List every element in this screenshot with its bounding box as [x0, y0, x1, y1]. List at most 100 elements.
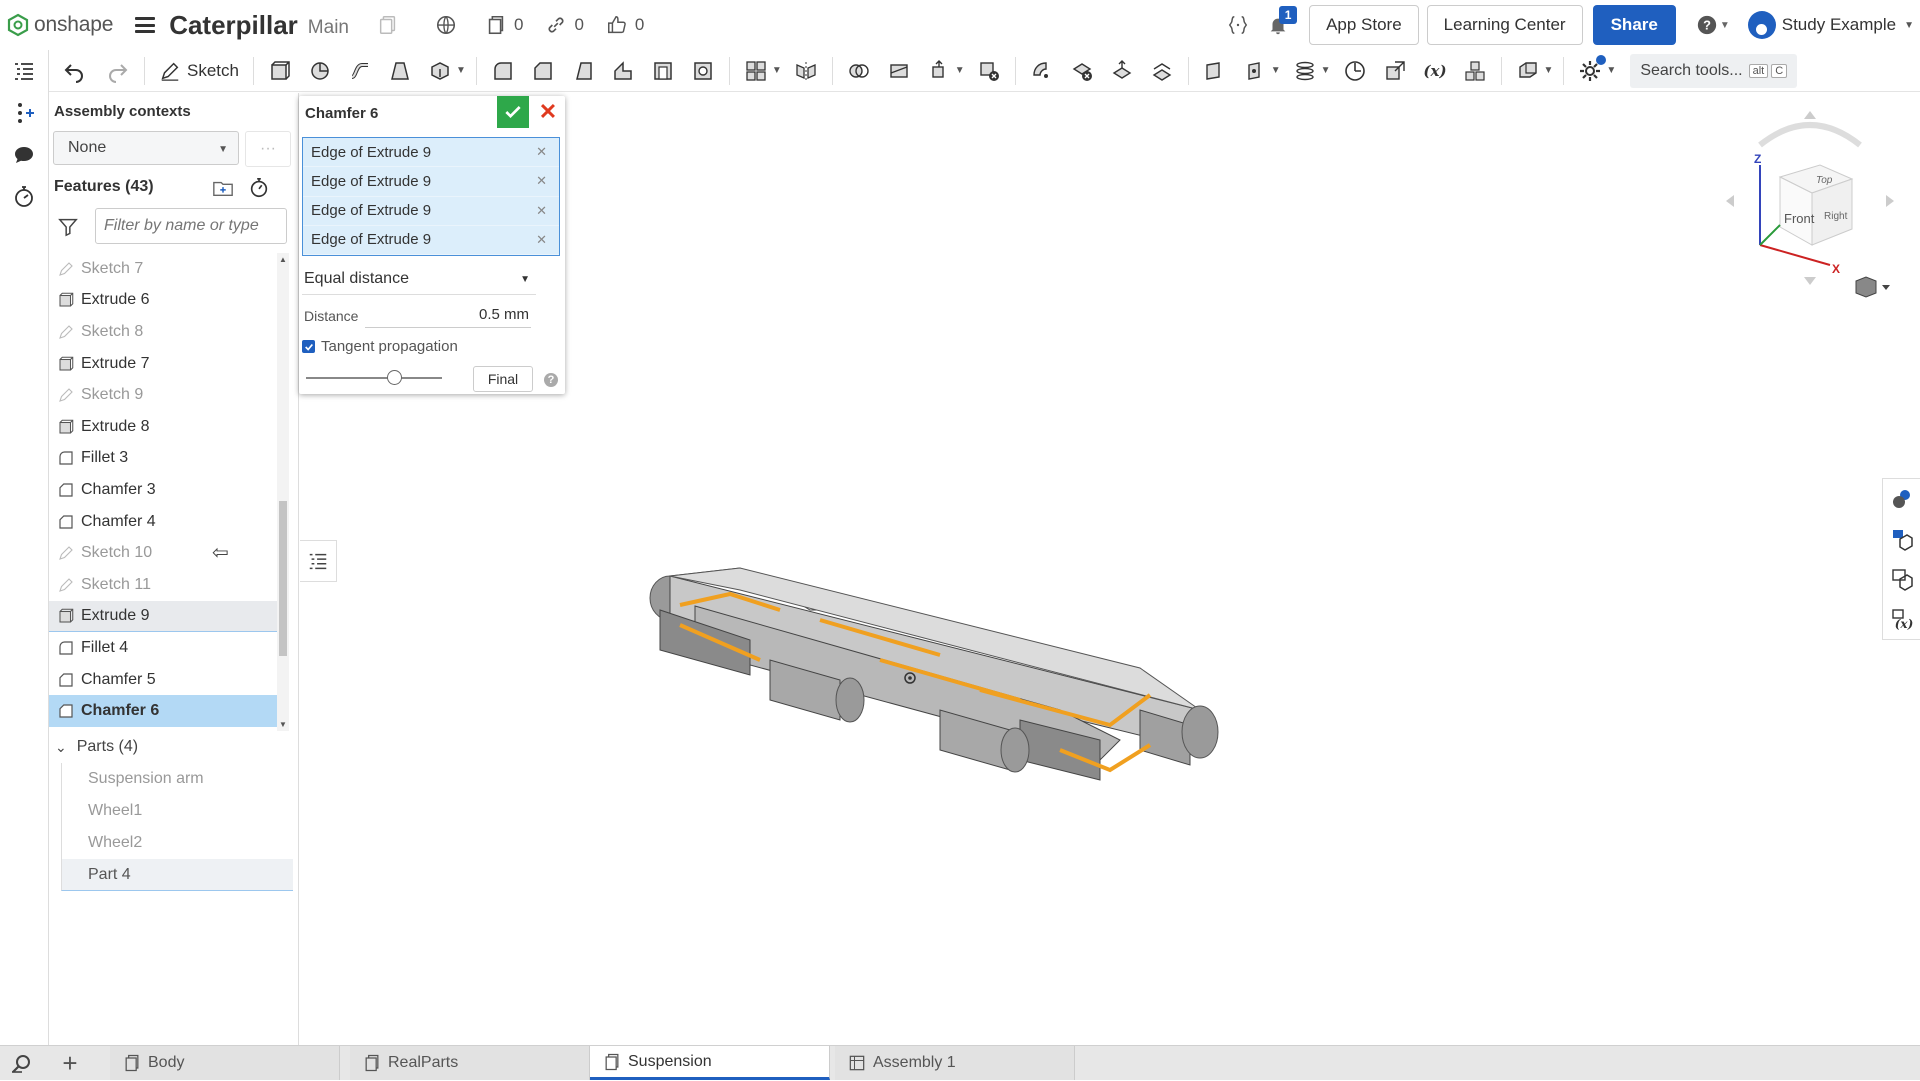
document-title[interactable]: Caterpillar [169, 10, 298, 41]
assembly-context-select[interactable]: None ▼ [53, 131, 239, 165]
part-item[interactable]: Wheel1 [61, 795, 293, 827]
variables-panel-button[interactable]: (x) [1883, 599, 1920, 639]
edge-selection-list[interactable]: Edge of Extrude 9 ✕ Edge of Extrude 9 ✕ Edge… [302, 137, 560, 256]
extrude-tool[interactable] [264, 55, 296, 87]
comments-button[interactable] [0, 134, 48, 176]
rollback-slider-track[interactable] [306, 377, 442, 379]
derived-tool[interactable] [1379, 55, 1411, 87]
remove-selection-icon[interactable]: ✕ [536, 232, 547, 248]
part-item[interactable]: Part 4 [61, 859, 293, 891]
variable-tool[interactable]: (x) [1419, 55, 1451, 87]
view-right-arrow-icon[interactable] [1886, 195, 1894, 207]
feature-item[interactable]: Sketch 10 [49, 537, 277, 569]
view-down-arrow-icon[interactable] [1804, 277, 1816, 285]
helix-tool[interactable] [1289, 55, 1321, 87]
measurement-type-select[interactable]: Equal distance ▼ [302, 264, 536, 295]
context-more-button[interactable]: ··· [245, 131, 291, 167]
edge-selection-item[interactable]: Edge of Extrude 9 ✕ [303, 167, 559, 197]
part-item[interactable]: Suspension arm [61, 763, 293, 795]
assembly-tool[interactable] [1459, 55, 1491, 87]
version-graph-button[interactable] [377, 14, 399, 36]
help-button[interactable]: ? ▼ [1696, 14, 1730, 36]
loft-tool[interactable] [384, 55, 416, 87]
modify-fillet-tool[interactable] [1026, 55, 1058, 87]
feature-item[interactable]: Chamfer 5 [49, 664, 277, 696]
likes-button[interactable]: 0 [606, 14, 644, 36]
feature-item[interactable]: Fillet 4 [49, 632, 277, 664]
delete-face-tool[interactable] [1066, 55, 1098, 87]
bom-panel-button[interactable] [1883, 559, 1920, 599]
tab-assembly-1[interactable]: Assembly 1 [835, 1046, 1075, 1080]
featurescript-button[interactable] [1227, 14, 1249, 36]
configurations-button[interactable] [0, 92, 48, 134]
search-tools-button[interactable]: Search tools... alt C [1630, 53, 1798, 88]
help-icon[interactable]: ? [544, 373, 558, 387]
learning-center-button[interactable]: Learning Center [1426, 5, 1583, 45]
tab-body[interactable]: Body [110, 1046, 340, 1080]
sketch-button[interactable]: Sketch [151, 60, 247, 82]
fillet-tool[interactable] [487, 55, 519, 87]
links-button[interactable]: 0 [545, 14, 584, 36]
view-left-arrow-icon[interactable] [1726, 195, 1734, 207]
dialog-list-toggle[interactable] [300, 540, 337, 582]
tangent-propagation-checkbox[interactable]: Tangent propagation [302, 338, 458, 355]
feature-item[interactable]: Sketch 7 [49, 253, 277, 285]
remove-selection-icon[interactable]: ✕ [536, 203, 547, 219]
mate-connector-tool[interactable] [1239, 55, 1271, 87]
redo-button[interactable] [102, 55, 134, 87]
feature-item[interactable]: Sketch 8 [49, 316, 277, 348]
appearance-panel-button[interactable] [1883, 479, 1920, 519]
feature-item[interactable]: Chamfer 3 [49, 474, 277, 506]
add-tab-button[interactable]: + [58, 1046, 82, 1080]
feature-filter-input[interactable] [95, 208, 287, 244]
shell-tool[interactable] [647, 55, 679, 87]
feature-item[interactable]: Sketch 9 [49, 379, 277, 411]
undo-button[interactable] [58, 55, 90, 87]
remove-selection-icon[interactable]: ✕ [536, 144, 547, 160]
rollback-bar-icon[interactable]: ⇦ [212, 540, 229, 565]
transform-tool[interactable] [923, 55, 955, 87]
scroll-thumb[interactable] [279, 501, 287, 656]
helix-caret-icon[interactable]: ▼ [1321, 65, 1331, 76]
tab-realparts[interactable]: RealParts [350, 1046, 590, 1080]
onshape-logo[interactable]: onshape [6, 13, 113, 37]
edge-selection-item[interactable]: Edge of Extrude 9 ✕ [303, 138, 559, 168]
thicken-tool[interactable] [424, 55, 456, 87]
cancel-button[interactable]: ✕ [535, 96, 561, 128]
app-store-button[interactable]: App Store [1309, 5, 1419, 45]
accept-button[interactable] [497, 96, 529, 128]
feature-item[interactable]: Sketch 11 [49, 569, 277, 601]
hole-tool[interactable] [687, 55, 719, 87]
boolean-tool[interactable] [843, 55, 875, 87]
more-tools-caret-icon[interactable]: ▼ [456, 65, 466, 76]
feature-item[interactable]: Extrude 7 [49, 348, 277, 380]
edge-selection-item[interactable]: Edge of Extrude 9 ✕ [303, 226, 559, 255]
feature-item[interactable]: Extrude 9 [49, 600, 277, 633]
view-rotate-ccw-icon[interactable] [1758, 122, 1862, 148]
filter-icon[interactable] [57, 216, 79, 243]
feature-item[interactable]: Chamfer 4 [49, 506, 277, 538]
share-button[interactable]: Share [1592, 5, 1676, 45]
sheet-metal-tool[interactable] [1512, 55, 1544, 87]
replace-face-tool[interactable] [1146, 55, 1178, 87]
view-cube[interactable]: Top Front Right Z X [1720, 105, 1900, 305]
user-menu[interactable]: Study Example ▼ [1747, 11, 1920, 39]
tab-suspension[interactable]: Suspension [590, 1046, 830, 1080]
rib-tool[interactable] [607, 55, 639, 87]
plane-caret-icon[interactable]: ▼ [1271, 65, 1281, 76]
scroll-down-icon[interactable]: ▼ [279, 720, 287, 729]
remove-selection-icon[interactable]: ✕ [536, 173, 547, 189]
transform-caret-icon[interactable]: ▼ [955, 65, 965, 76]
feature-item[interactable]: Fillet 3 [49, 443, 277, 475]
branch-name[interactable]: Main [308, 17, 349, 39]
parts-header[interactable]: ⌄ Parts (4) [55, 738, 138, 756]
add-folder-icon[interactable] [212, 177, 234, 199]
move-face-tool[interactable] [1106, 55, 1138, 87]
stopwatch-icon[interactable] [248, 177, 270, 199]
pattern-tool[interactable] [740, 55, 772, 87]
custom-features-button[interactable] [1574, 54, 1607, 87]
feature-item[interactable]: Extrude 6 [49, 285, 277, 317]
pattern-caret-icon[interactable]: ▼ [772, 65, 782, 76]
feature-item[interactable]: Extrude 8 [49, 411, 277, 443]
feature-item[interactable]: Chamfer 6 [49, 695, 277, 727]
